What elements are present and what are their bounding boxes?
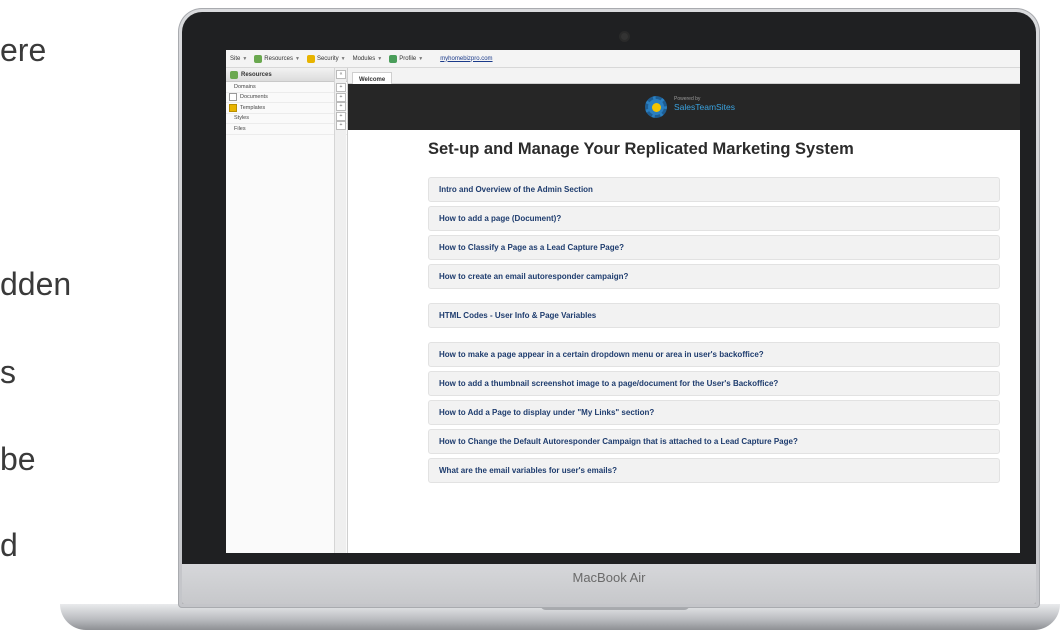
content-area: Set-up and Manage Your Replicated Market… xyxy=(428,140,1000,487)
screen: Site ▼ Resources ▼ Security ▼ Modules ▼ Prof… xyxy=(226,50,1020,553)
camera-icon xyxy=(621,33,628,40)
chevron-down-icon: ▼ xyxy=(377,55,383,62)
help-link-button[interactable]: How to create an email autoresponder cam… xyxy=(428,264,1000,289)
help-link-button[interactable]: HTML Codes - User Info & Page Variables xyxy=(428,303,1000,328)
help-link-button[interactable]: How to Change the Default Autoresponder … xyxy=(428,429,1000,454)
menu-item-modules[interactable]: Modules ▼ xyxy=(353,56,383,62)
slide-text-fragment: dden xyxy=(0,266,72,302)
slide-text-fragment: ere xyxy=(0,32,47,68)
tab-bar: Welcome xyxy=(348,68,1020,87)
dollar-icon xyxy=(652,103,661,112)
site-link[interactable]: myhomebizpro.com xyxy=(440,56,492,62)
chevron-down-icon: ▼ xyxy=(418,55,424,62)
lock-icon xyxy=(306,54,315,63)
expand-icon[interactable]: + xyxy=(336,93,346,102)
brand-banner: Powered by SalesTeamSites xyxy=(348,84,1020,130)
menu-item-profile[interactable]: Profile ▼ xyxy=(389,54,424,63)
main-panel: Welcome Powered by SalesTeamSites Set-up… xyxy=(348,68,1020,553)
sidebar-item-templates[interactable]: Templates xyxy=(226,103,347,114)
resources-icon xyxy=(254,54,263,63)
slide-text-fragment: be xyxy=(0,441,36,477)
sidebar-header[interactable]: Resources xyxy=(226,68,347,82)
menu-item-site[interactable]: Site ▼ xyxy=(230,56,247,62)
menu-item-security[interactable]: Security ▼ xyxy=(306,54,346,63)
help-link-button[interactable]: How to make a page appear in a certain d… xyxy=(428,342,1000,367)
sidebar-header-label: Resources xyxy=(241,71,272,78)
expand-icon[interactable]: + xyxy=(336,112,346,121)
help-link-button[interactable]: Intro and Overview of the Admin Section xyxy=(428,177,1000,202)
collapse-icon[interactable]: « xyxy=(336,70,346,79)
menu-item-label: Resources xyxy=(264,55,293,62)
expand-icon[interactable]: + xyxy=(336,102,346,111)
document-icon xyxy=(229,93,237,102)
laptop-model-label: MacBook Air xyxy=(572,570,646,585)
chevron-down-icon: ▼ xyxy=(242,55,248,62)
template-icon xyxy=(229,103,237,112)
help-link-button[interactable]: How to Classify a Page as a Lead Capture… xyxy=(428,235,1000,260)
brand-name: SalesTeamSites xyxy=(674,102,735,112)
sidebar-item-domains[interactable]: Domains xyxy=(226,82,347,93)
sidebar-item-label: Files xyxy=(234,125,246,132)
sidebar-item-label: Domains xyxy=(234,83,256,90)
menu-item-label: Modules xyxy=(352,55,376,62)
sidebar-item-files[interactable]: Files xyxy=(226,124,347,135)
help-link-button[interactable]: How to add a thumbnail screenshot image … xyxy=(428,371,1000,396)
expand-icon[interactable]: + xyxy=(336,121,346,130)
menu-item-resources[interactable]: Resources ▼ xyxy=(254,54,300,63)
sidebar: Resources Domains Documents Templates St… xyxy=(226,68,348,553)
sidebar-item-label: Documents xyxy=(240,94,268,101)
slide-text-fragment: s xyxy=(0,354,16,390)
chevron-down-icon: ▼ xyxy=(340,55,346,62)
help-link-button[interactable]: How to Add a Page to display under "My L… xyxy=(428,400,1000,425)
resources-icon xyxy=(230,70,238,79)
menu-item-label: Profile xyxy=(399,55,417,62)
sidebar-item-documents[interactable]: Documents xyxy=(226,93,347,103)
sidebar-item-label: Styles xyxy=(234,115,249,122)
expand-icon[interactable]: + xyxy=(336,83,346,92)
page-title: Set-up and Manage Your Replicated Market… xyxy=(428,140,854,158)
top-menu-bar: Site ▼ Resources ▼ Security ▼ Modules ▼ Prof… xyxy=(226,50,1020,68)
sidebar-gutter: « + + + + + xyxy=(334,68,346,553)
help-link-button[interactable]: How to add a page (Document)? xyxy=(428,206,1000,231)
chevron-down-icon: ▼ xyxy=(294,55,300,62)
user-icon xyxy=(389,54,398,63)
sidebar-item-styles[interactable]: Styles xyxy=(226,114,347,124)
sidebar-item-label: Templates xyxy=(240,104,266,111)
help-link-button[interactable]: What are the email variables for user's … xyxy=(428,458,1000,483)
menu-item-label: Security xyxy=(316,55,339,62)
slide-text-fragment: d xyxy=(0,527,18,563)
menu-item-label: Site xyxy=(230,55,241,62)
